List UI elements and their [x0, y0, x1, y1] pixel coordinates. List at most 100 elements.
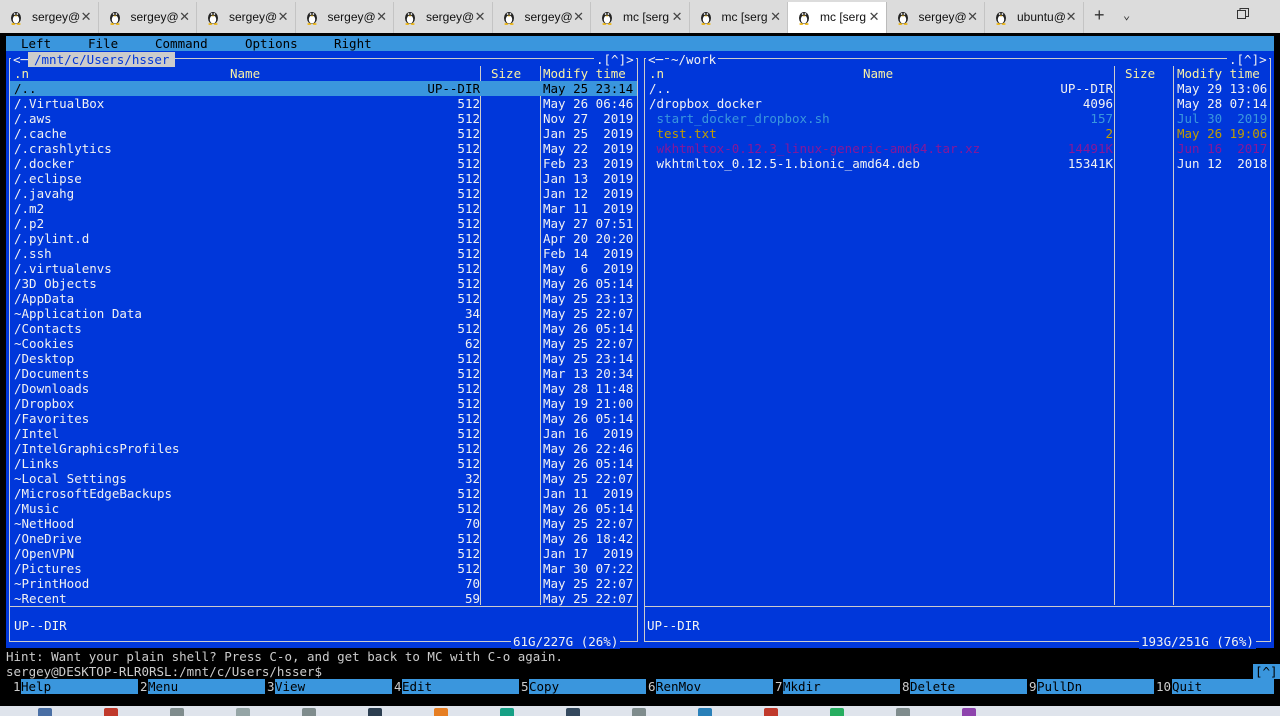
- fkey-menu-button[interactable]: Menu: [148, 679, 265, 694]
- file-size: 62: [464, 336, 480, 351]
- file-modify-time: May 25 22:07: [543, 471, 634, 486]
- tab-5[interactable]: sergey@ ✕: [394, 2, 493, 33]
- tux-penguin-icon: [996, 12, 1006, 25]
- menu-left[interactable]: Left: [21, 36, 51, 51]
- right-col-divider-2: [1173, 66, 1174, 605]
- fkey-delete-button[interactable]: Delete: [910, 679, 1027, 694]
- fkey-renmov-button[interactable]: RenMov: [656, 679, 773, 694]
- fkey-number: 6: [648, 679, 656, 694]
- taskbar-app-icon[interactable]: [104, 708, 118, 716]
- right-panel-corner[interactable]: <─: [646, 52, 666, 67]
- close-tab-icon[interactable]: ✕: [573, 9, 584, 25]
- file-size: 2: [1105, 126, 1113, 141]
- file-modify-time: Jan 17 2019: [543, 546, 634, 561]
- close-tab-icon[interactable]: ✕: [278, 9, 289, 25]
- left-header-size[interactable]: Size: [491, 66, 521, 81]
- menu-command[interactable]: Command: [155, 36, 208, 51]
- menu-options[interactable]: Options: [245, 36, 298, 51]
- new-tab-button[interactable]: +: [1094, 5, 1105, 26]
- taskbar-app-icon[interactable]: [236, 708, 250, 716]
- left-header-time[interactable]: Modify time: [543, 66, 626, 81]
- tab-2[interactable]: sergey@ ✕: [99, 2, 197, 33]
- taskbar-app-icon[interactable]: [368, 708, 382, 716]
- taskbar-app-icon[interactable]: [830, 708, 844, 716]
- file-size: 512: [457, 186, 480, 201]
- fkey-view-button[interactable]: View: [275, 679, 392, 694]
- file-size: 512: [457, 546, 480, 561]
- right-header-time[interactable]: Modify time: [1177, 66, 1260, 81]
- file-size: 512: [457, 156, 480, 171]
- file-name: /.cache: [14, 126, 67, 141]
- left-panel-history[interactable]: .[^]>: [594, 52, 636, 67]
- close-tab-icon[interactable]: ✕: [1066, 9, 1077, 25]
- taskbar-app-icon[interactable]: [434, 708, 448, 716]
- file-name: /.m2: [14, 201, 45, 216]
- tab-dropdown-icon[interactable]: ⌄: [1123, 8, 1130, 22]
- close-tab-icon[interactable]: ✕: [81, 9, 92, 25]
- taskbar-app-icon[interactable]: [500, 708, 514, 716]
- taskbar-app-icon[interactable]: [38, 708, 52, 716]
- taskbar-app-icon[interactable]: [170, 708, 184, 716]
- fkey-mkdir-button[interactable]: Mkdir: [783, 679, 900, 694]
- right-panel-history[interactable]: .[^]>: [1227, 52, 1269, 67]
- fkey-quit-button[interactable]: Quit: [1172, 679, 1274, 694]
- left-file-panel[interactable]: <─ /mnt/c/Users/hsser .[^]> .n Name Size…: [6, 51, 641, 649]
- file-size: 512: [457, 486, 480, 501]
- left-header-name[interactable]: Name: [230, 66, 260, 81]
- menu-file[interactable]: File: [88, 36, 118, 51]
- shell-prompt[interactable]: sergey@DESKTOP-RLR0RSL:/mnt/c/Users/hsse…: [6, 664, 322, 679]
- tab-6[interactable]: sergey@ ✕: [493, 2, 591, 33]
- tab-1[interactable]: sergey@ ✕: [0, 2, 99, 33]
- file-size: 512: [457, 396, 480, 411]
- file-name: /.VirtualBox: [14, 96, 105, 111]
- close-tab-icon[interactable]: ✕: [869, 9, 880, 25]
- left-header-sort[interactable]: .n: [14, 66, 29, 81]
- right-file-panel[interactable]: <─ ~/work .[^]> .n Name Size Modify time…: [641, 51, 1274, 649]
- file-name: test.txt: [649, 126, 717, 141]
- file-modify-time: Jul 30 2019: [1177, 111, 1268, 126]
- tab-10[interactable]: sergey@ ✕: [887, 2, 985, 33]
- fkey-help-button[interactable]: Help: [21, 679, 138, 694]
- fkey-edit-button[interactable]: Edit: [402, 679, 519, 694]
- file-modify-time: May 25 22:07: [543, 591, 634, 606]
- right-header-size[interactable]: Size: [1125, 66, 1155, 81]
- close-tab-icon[interactable]: ✕: [967, 9, 978, 25]
- tab-8[interactable]: mc [serg ✕: [690, 2, 788, 33]
- tux-penguin-icon: [109, 12, 120, 25]
- close-tab-icon[interactable]: ✕: [672, 9, 683, 25]
- taskbar-app-icon[interactable]: [764, 708, 778, 716]
- close-tab-icon[interactable]: ✕: [179, 9, 190, 25]
- close-tab-icon[interactable]: ✕: [475, 9, 486, 25]
- fkey-number: 5: [521, 679, 529, 694]
- file-name: /Downloads: [14, 381, 90, 396]
- taskbar-app-icon[interactable]: [698, 708, 712, 716]
- taskbar-app-icon[interactable]: [962, 708, 976, 716]
- file-modify-time: May 19 21:00: [543, 396, 634, 411]
- tab-3[interactable]: sergey@ ✕: [197, 2, 296, 33]
- prompt-history-button[interactable]: [^]: [1253, 664, 1280, 679]
- file-modify-time: May 27 07:51: [543, 216, 634, 231]
- file-size: 512: [457, 456, 480, 471]
- taskbar-app-icon[interactable]: [632, 708, 646, 716]
- close-tab-icon[interactable]: ✕: [770, 9, 781, 25]
- fkey-copy-button[interactable]: Copy: [529, 679, 646, 694]
- tab-7[interactable]: mc [serg ✕: [591, 2, 690, 33]
- left-col-divider-2: [540, 66, 541, 605]
- tab-9[interactable]: mc [serg ✕: [788, 2, 887, 33]
- close-tab-icon[interactable]: ✕: [376, 9, 387, 25]
- left-panel-path[interactable]: /mnt/c/Users/hsser: [28, 52, 176, 67]
- tab-4[interactable]: sergey@ ✕: [296, 2, 394, 33]
- right-panel-path[interactable]: ~/work: [669, 52, 719, 67]
- tux-penguin-icon: [602, 12, 612, 25]
- menu-right[interactable]: Right: [334, 36, 372, 51]
- fkey-pulldn-button[interactable]: PullDn: [1037, 679, 1154, 694]
- taskbar-app-icon[interactable]: [302, 708, 316, 716]
- taskbar-app-icon[interactable]: [896, 708, 910, 716]
- tab-11[interactable]: ubuntu@ ✕: [985, 2, 1084, 33]
- right-header-sort[interactable]: .n: [649, 66, 664, 81]
- file-name: /OneDrive: [14, 531, 82, 546]
- left-col-divider-1: [480, 66, 481, 605]
- right-header-name[interactable]: Name: [863, 66, 893, 81]
- taskbar-app-icon[interactable]: [566, 708, 580, 716]
- restore-window-icon[interactable]: [1236, 7, 1250, 21]
